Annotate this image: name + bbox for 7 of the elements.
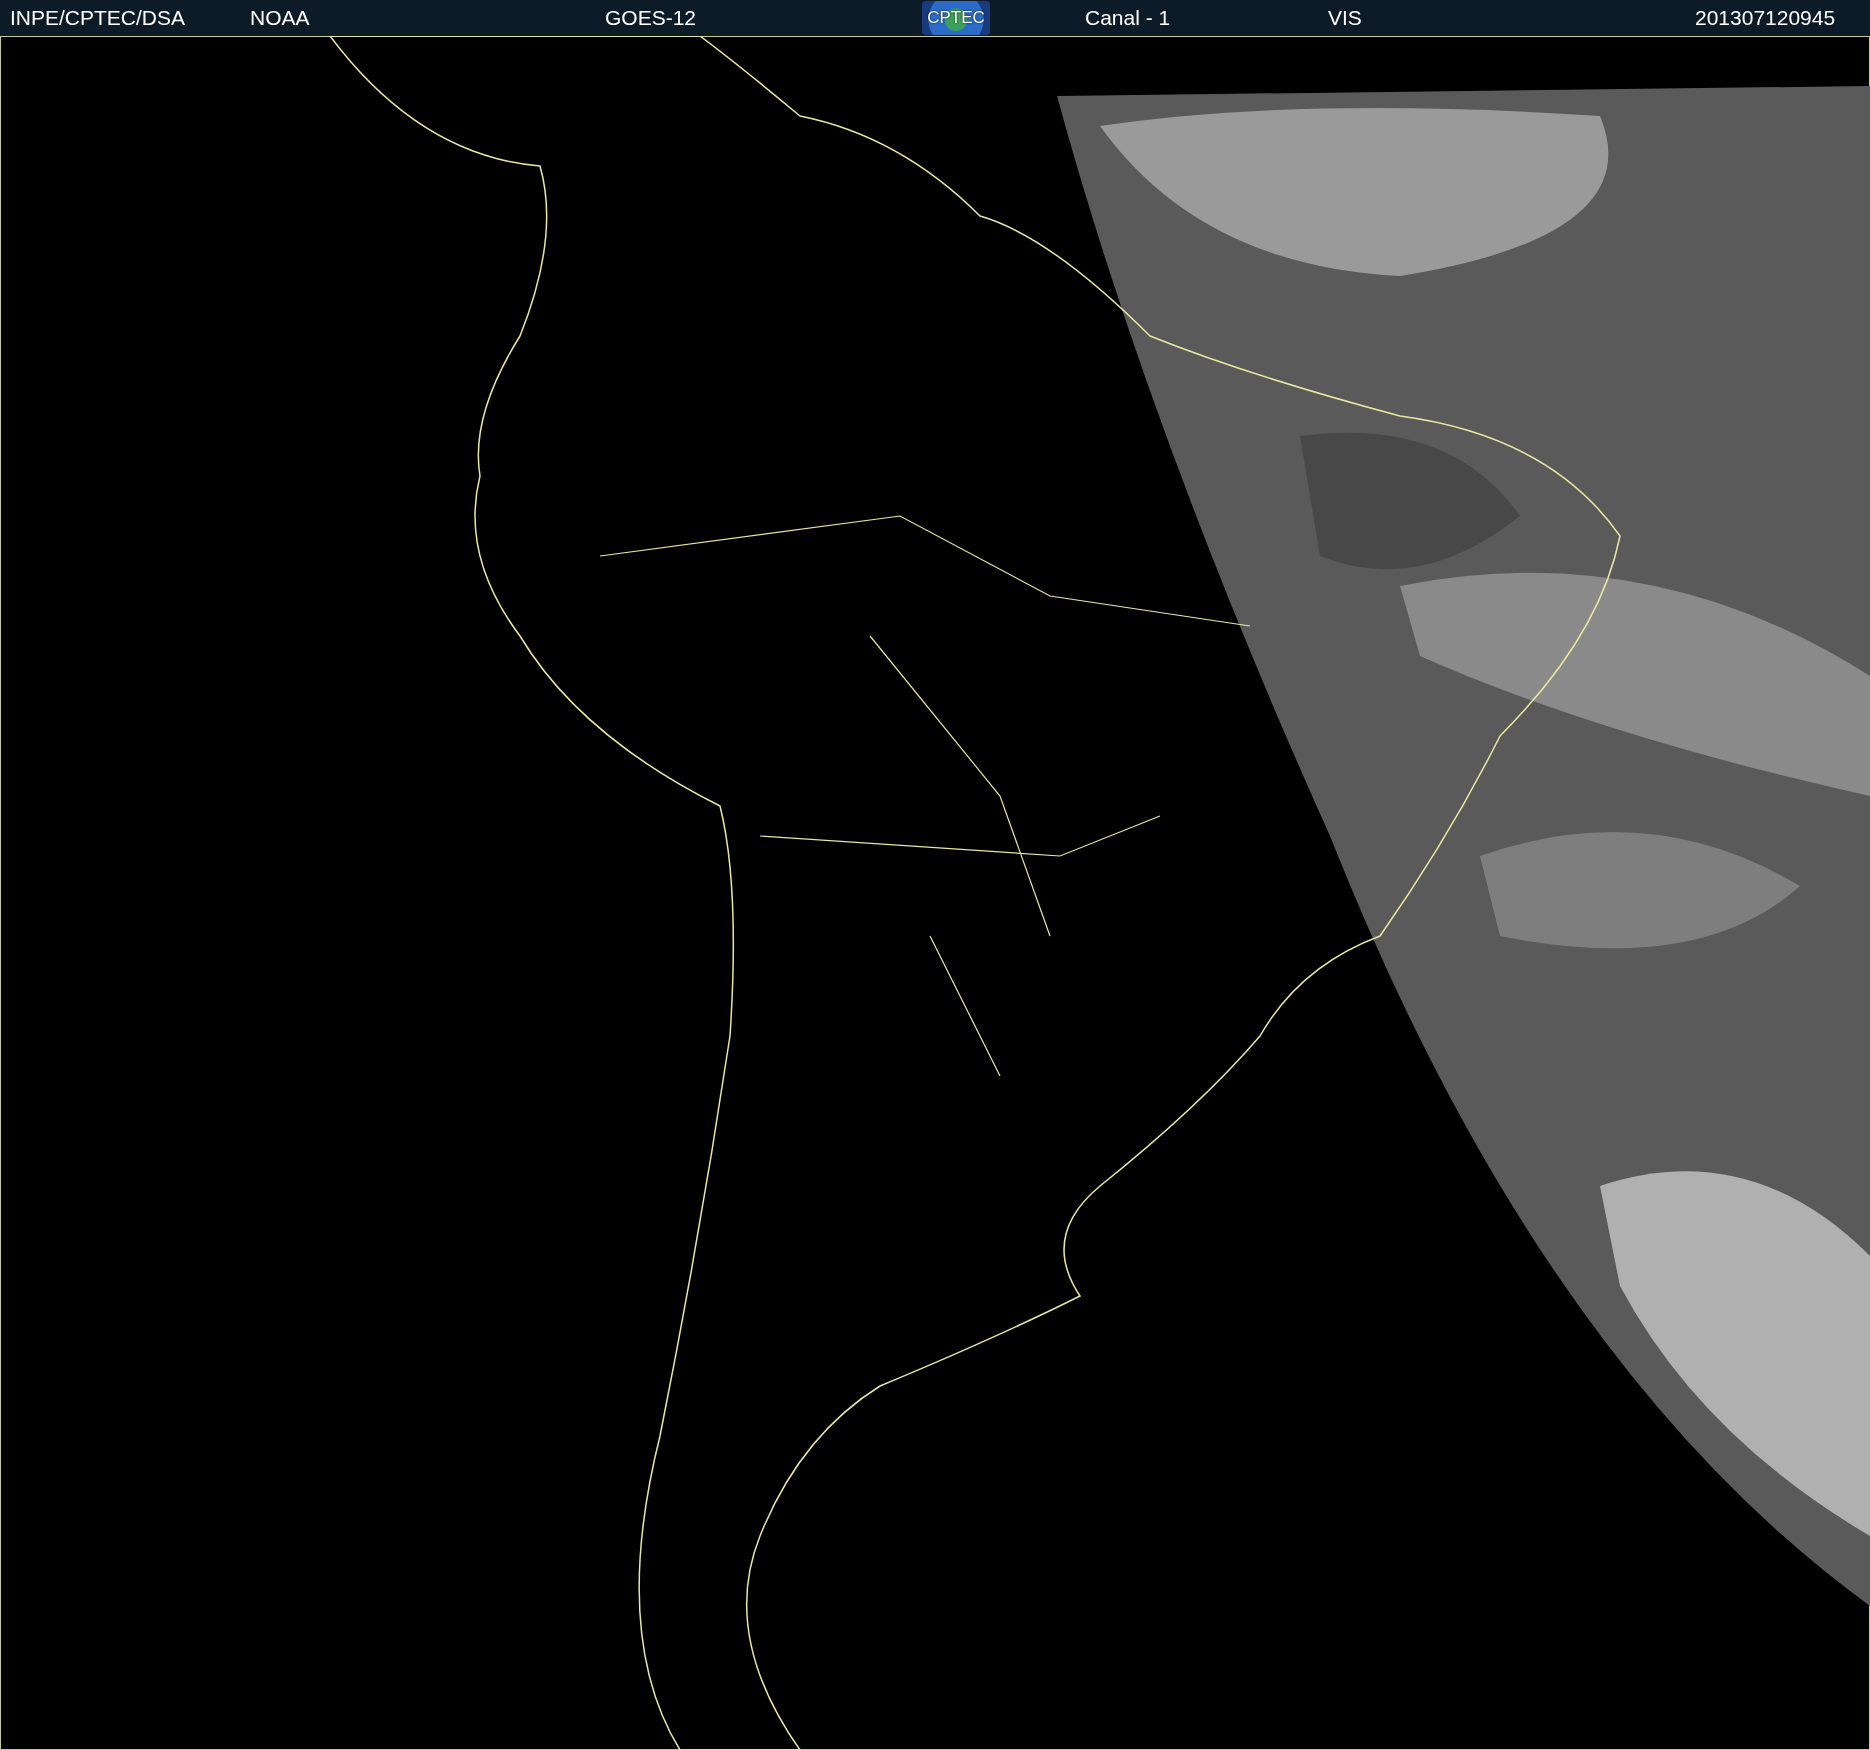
- header-label: 201307120945: [1695, 6, 1836, 29]
- logo: CPTEC: [922, 1, 990, 35]
- header-label: INPE/CPTEC/DSA: [10, 6, 186, 29]
- header-label: VIS: [1328, 6, 1362, 29]
- header-label: GOES-12: [605, 6, 697, 29]
- header-label: NOAA: [250, 6, 310, 29]
- header-label: Canal - 1: [1085, 6, 1171, 29]
